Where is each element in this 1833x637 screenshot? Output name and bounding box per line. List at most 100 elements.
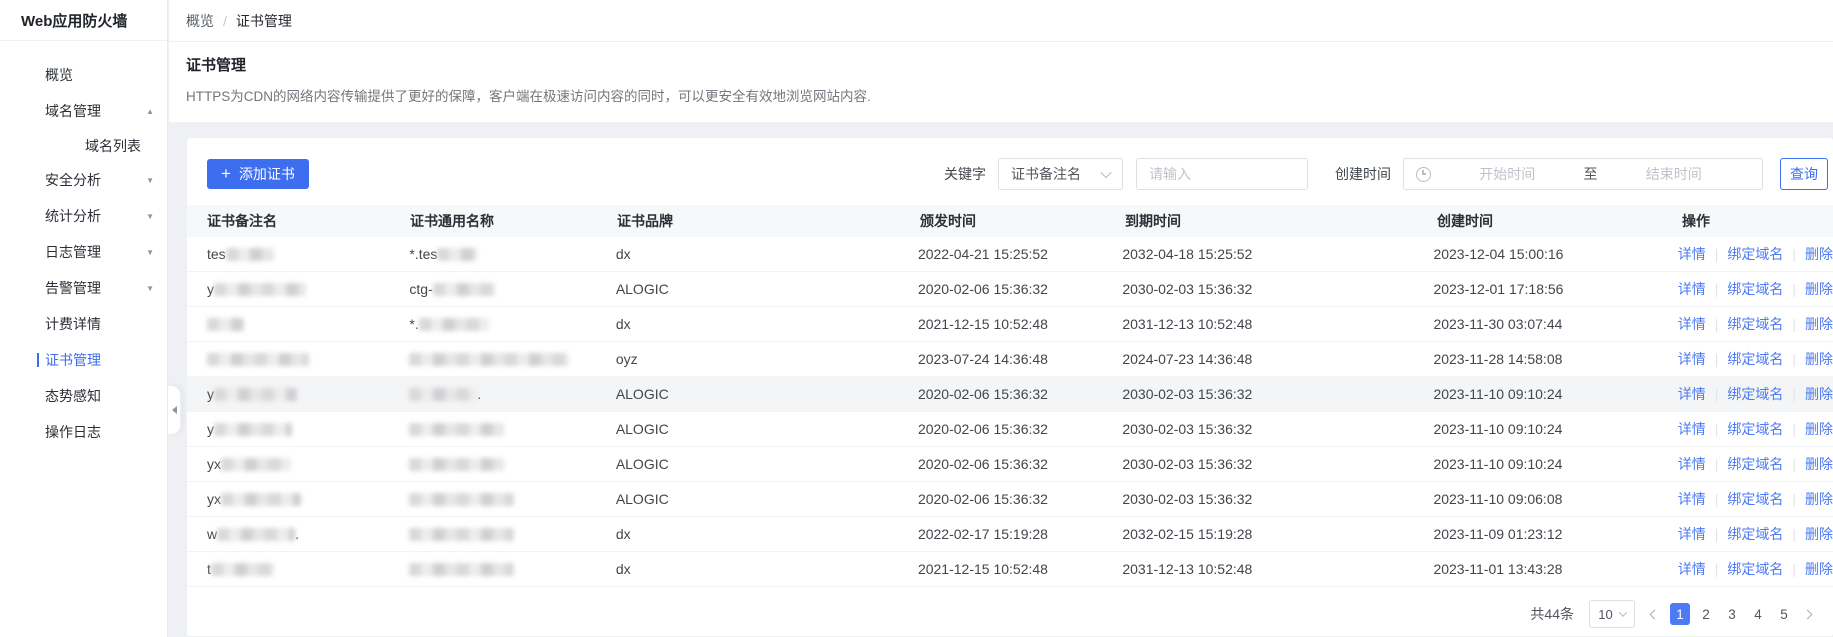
table-row[interactable]: oyz2023-07-24 14:36:482024-07-23 14:36:4…: [187, 342, 1833, 377]
cert-brand-cell: oyz: [616, 351, 918, 367]
bind-domain-link[interactable]: 绑定域名: [1727, 559, 1783, 579]
sidebar-item-domain-management[interactable]: 域名管理▲: [0, 93, 167, 129]
sidebar-item-billing-details[interactable]: 计费详情: [0, 306, 167, 342]
detail-link[interactable]: 详情: [1678, 314, 1706, 334]
sidebar-item-label: 计费详情: [45, 314, 101, 334]
bind-domain-link[interactable]: 绑定域名: [1727, 489, 1783, 509]
sidebar-item-log-management[interactable]: 日志管理▼: [0, 234, 167, 270]
redacted-text: [217, 528, 295, 541]
cert-common-name-cell: [409, 561, 615, 577]
sidebar-item-operation-log[interactable]: 操作日志: [0, 414, 167, 450]
page-2[interactable]: 2: [1696, 603, 1716, 625]
next-page-icon[interactable]: [1803, 609, 1813, 619]
action-separator: |: [1715, 316, 1719, 332]
delete-link[interactable]: 删除: [1805, 384, 1833, 404]
created-time-range-picker[interactable]: 开始时间 至 结束时间: [1403, 158, 1763, 190]
bind-domain-link[interactable]: 绑定域名: [1727, 454, 1783, 474]
table-row[interactable]: yxALOGIC2020-02-06 15:36:322030-02-03 15…: [187, 482, 1833, 517]
detail-link[interactable]: 详情: [1678, 244, 1706, 264]
delete-link[interactable]: 删除: [1805, 314, 1833, 334]
created-time-cell: 2023-11-30 03:07:44: [1433, 316, 1677, 332]
cert-common-name-cell: [409, 526, 615, 542]
table-row[interactable]: tdx2021-12-15 10:52:482031-12-13 10:52:4…: [187, 552, 1833, 587]
bind-domain-link[interactable]: 绑定域名: [1727, 419, 1783, 439]
detail-link[interactable]: 详情: [1678, 279, 1706, 299]
row-actions: 详情|绑定域名|删除: [1678, 244, 1833, 264]
delete-link[interactable]: 删除: [1805, 244, 1833, 264]
delete-link[interactable]: 删除: [1805, 349, 1833, 369]
prev-page-icon[interactable]: [1650, 609, 1660, 619]
sidebar-item-security-analysis[interactable]: 安全分析▼: [0, 162, 167, 198]
table-row[interactable]: yALOGIC2020-02-06 15:36:322030-02-03 15:…: [187, 412, 1833, 447]
delete-link[interactable]: 删除: [1805, 279, 1833, 299]
page-5[interactable]: 5: [1774, 603, 1794, 625]
detail-link[interactable]: 详情: [1678, 349, 1706, 369]
cert-remark-cell: [207, 351, 409, 367]
cert-remark-cell-prefix: tes: [207, 246, 226, 262]
sidebar-item-situational-awareness[interactable]: 态势感知: [0, 378, 167, 414]
detail-link[interactable]: 详情: [1678, 489, 1706, 509]
delete-link[interactable]: 删除: [1805, 559, 1833, 579]
row-actions: 详情|绑定域名|删除: [1678, 454, 1833, 474]
header-cert-remark-name: 证书备注名: [207, 211, 410, 231]
bind-domain-link[interactable]: 绑定域名: [1727, 244, 1783, 264]
action-separator: |: [1715, 561, 1719, 577]
page-description: HTTPS为CDN的网络内容传输提供了更好的保障，客户端在极速访问内容的同时，可…: [186, 85, 1809, 105]
bind-domain-link[interactable]: 绑定域名: [1727, 314, 1783, 334]
delete-link[interactable]: 删除: [1805, 489, 1833, 509]
add-certificate-button[interactable]: + 添加证书: [207, 159, 309, 189]
bind-domain-link[interactable]: 绑定域名: [1727, 349, 1783, 369]
sidebar-collapse-handle[interactable]: [168, 385, 181, 435]
keyword-type-select[interactable]: 证书备注名: [998, 158, 1123, 190]
action-separator: |: [1792, 421, 1796, 437]
sidebar-item-certificate-management[interactable]: 证书管理: [0, 342, 167, 378]
total-count: 共44条: [1530, 604, 1574, 624]
keyword-input[interactable]: [1136, 158, 1308, 190]
detail-link[interactable]: 详情: [1678, 559, 1706, 579]
query-button[interactable]: 查询: [1780, 158, 1828, 190]
page-4[interactable]: 4: [1748, 603, 1768, 625]
sidebar-item-overview[interactable]: 概览: [0, 57, 167, 93]
detail-link[interactable]: 详情: [1678, 524, 1706, 544]
bind-domain-link[interactable]: 绑定域名: [1727, 279, 1783, 299]
page-1[interactable]: 1: [1670, 603, 1690, 625]
cert-remark-cell: y: [207, 421, 409, 437]
detail-link[interactable]: 详情: [1678, 454, 1706, 474]
detail-link[interactable]: 详情: [1678, 419, 1706, 439]
redacted-text: [221, 493, 301, 506]
page-3[interactable]: 3: [1722, 603, 1742, 625]
created-time-cell: 2023-11-10 09:10:24: [1433, 386, 1677, 402]
sidebar-item-statistics-analysis[interactable]: 统计分析▼: [0, 198, 167, 234]
table-row[interactable]: w.dx2022-02-17 15:19:282032-02-15 15:19:…: [187, 517, 1833, 552]
cert-remark-cell: y: [207, 281, 409, 297]
sidebar-item-label: 日志管理: [45, 242, 101, 262]
issued-time-cell: 2020-02-06 15:36:32: [918, 421, 1122, 437]
action-separator: |: [1715, 491, 1719, 507]
delete-link[interactable]: 删除: [1805, 454, 1833, 474]
created-time-cell: 2023-11-10 09:10:24: [1433, 456, 1677, 472]
delete-link[interactable]: 删除: [1805, 524, 1833, 544]
delete-link[interactable]: 删除: [1805, 419, 1833, 439]
cert-common-name-cell-suffix: .: [477, 386, 481, 402]
sidebar-item-label: 概览: [45, 65, 73, 85]
table-row[interactable]: yxALOGIC2020-02-06 15:36:322030-02-03 15…: [187, 447, 1833, 482]
sidebar-item-domain-list[interactable]: 域名列表: [0, 129, 167, 162]
bind-domain-link[interactable]: 绑定域名: [1727, 524, 1783, 544]
cert-brand-cell: dx: [616, 561, 918, 577]
sidebar-item-alert-management[interactable]: 告警管理▼: [0, 270, 167, 306]
action-separator: |: [1792, 561, 1796, 577]
page-size-select[interactable]: 10: [1589, 600, 1635, 628]
action-separator: |: [1715, 386, 1719, 402]
app-title: Web应用防火墙: [0, 0, 167, 41]
table-row[interactable]: y.ALOGIC2020-02-06 15:36:322030-02-03 15…: [187, 377, 1833, 412]
cert-common-name-cell: [409, 351, 615, 367]
keyword-label: 关键字: [944, 164, 986, 184]
breadcrumb-overview[interactable]: 概览: [186, 11, 214, 31]
created-time-cell: 2023-11-28 14:58:08: [1433, 351, 1677, 367]
table-row[interactable]: yctg-ALOGIC2020-02-06 15:36:322030-02-03…: [187, 272, 1833, 307]
table-row[interactable]: tes*.tesdx2022-04-21 15:25:522032-04-18 …: [187, 237, 1833, 272]
bind-domain-link[interactable]: 绑定域名: [1727, 384, 1783, 404]
table-row[interactable]: *.dx2021-12-15 10:52:482031-12-13 10:52:…: [187, 307, 1833, 342]
detail-link[interactable]: 详情: [1678, 384, 1706, 404]
table-header-row: 证书备注名证书通用名称证书品牌颁发时间到期时间创建时间操作: [187, 205, 1833, 237]
